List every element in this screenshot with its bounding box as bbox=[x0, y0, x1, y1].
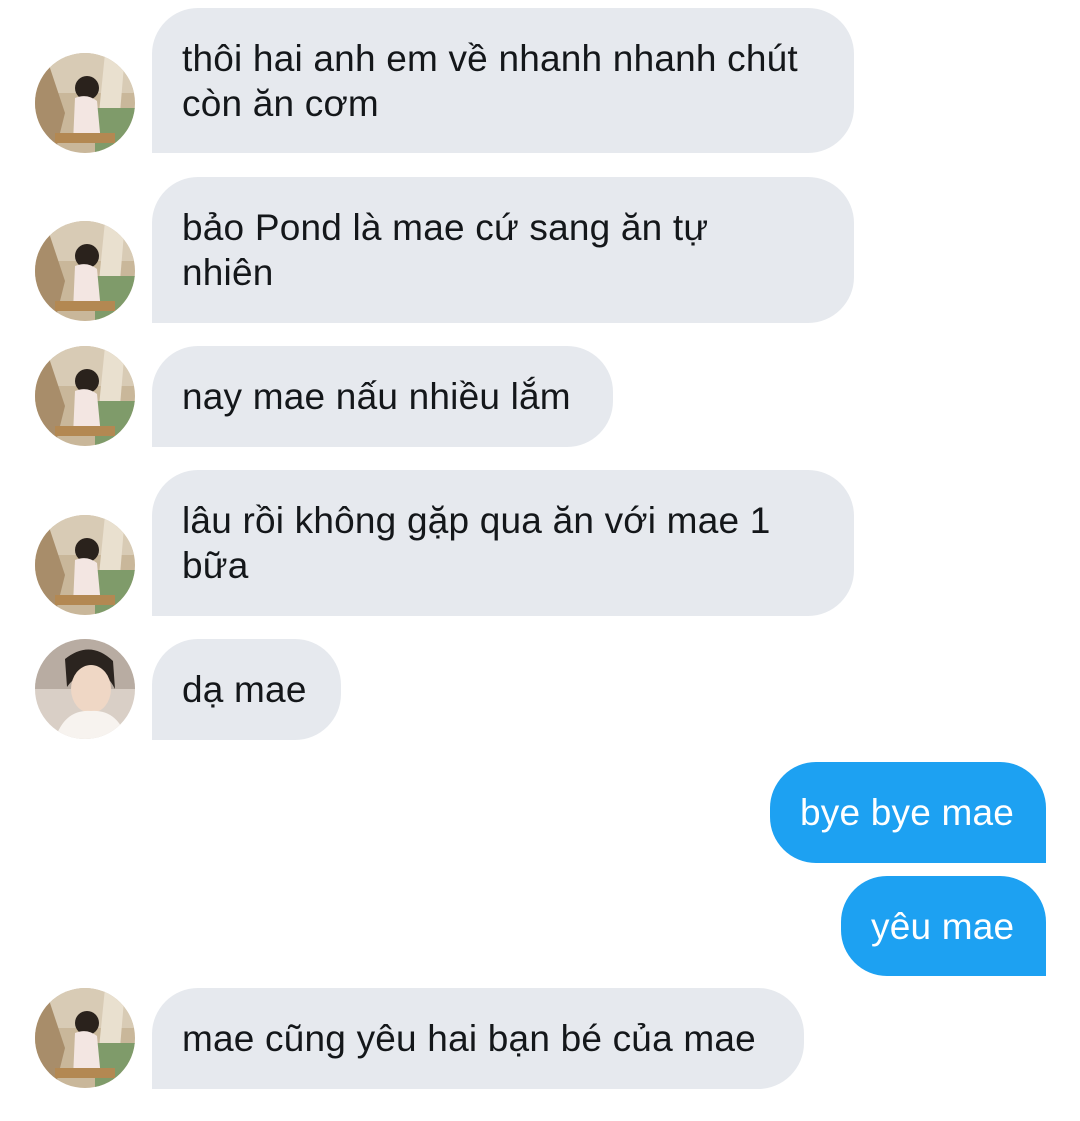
mother-avatar[interactable] bbox=[35, 53, 135, 153]
young-man-avatar[interactable] bbox=[35, 639, 135, 739]
message-bubble-incoming[interactable]: nay mae nấu nhiều lắm bbox=[152, 346, 613, 447]
message-text-line: dạ mae bbox=[182, 669, 307, 710]
message-bubble-incoming[interactable]: lâu rồi không gặp qua ăn với mae 1 bữa bbox=[152, 470, 854, 616]
message-text-line: thôi hai anh em về nhanh nhanh chút bbox=[182, 38, 798, 79]
message-bubble-incoming[interactable]: thôi hai anh em về nhanh nhanh chút còn … bbox=[152, 8, 854, 153]
message-text-line: bảo Pond là mae cứ sang ăn tự bbox=[182, 207, 709, 248]
mother-avatar[interactable] bbox=[35, 515, 135, 615]
mother-avatar[interactable] bbox=[35, 346, 135, 446]
message-text-line: bye bye mae bbox=[800, 792, 1015, 833]
message-bubble-incoming[interactable]: dạ mae bbox=[152, 639, 341, 740]
mother-avatar[interactable] bbox=[35, 988, 135, 1088]
message-text-line: lâu rồi không gặp qua ăn với mae 1 bbox=[182, 500, 771, 541]
message-text-line: yêu mae bbox=[871, 906, 1015, 947]
message-text-line: mae cũng yêu hai bạn bé của mae bbox=[182, 1018, 756, 1059]
conversation-thread: thôi hai anh em về nhanh nhanh chút còn … bbox=[0, 0, 1080, 1121]
message-text-line: nay mae nấu nhiều lắm bbox=[182, 376, 571, 417]
message-text-line: nhiên bbox=[182, 252, 274, 293]
message-bubble-outgoing[interactable]: bye bye mae bbox=[770, 762, 1046, 863]
message-text-line: còn ăn cơm bbox=[182, 83, 379, 124]
message-text-line: bữa bbox=[182, 545, 249, 586]
message-bubble-incoming[interactable]: bảo Pond là mae cứ sang ăn tự nhiên bbox=[152, 177, 854, 323]
mother-avatar[interactable] bbox=[35, 221, 135, 321]
message-bubble-incoming[interactable]: mae cũng yêu hai bạn bé của mae bbox=[152, 988, 804, 1089]
message-bubble-outgoing[interactable]: yêu mae bbox=[841, 876, 1046, 976]
